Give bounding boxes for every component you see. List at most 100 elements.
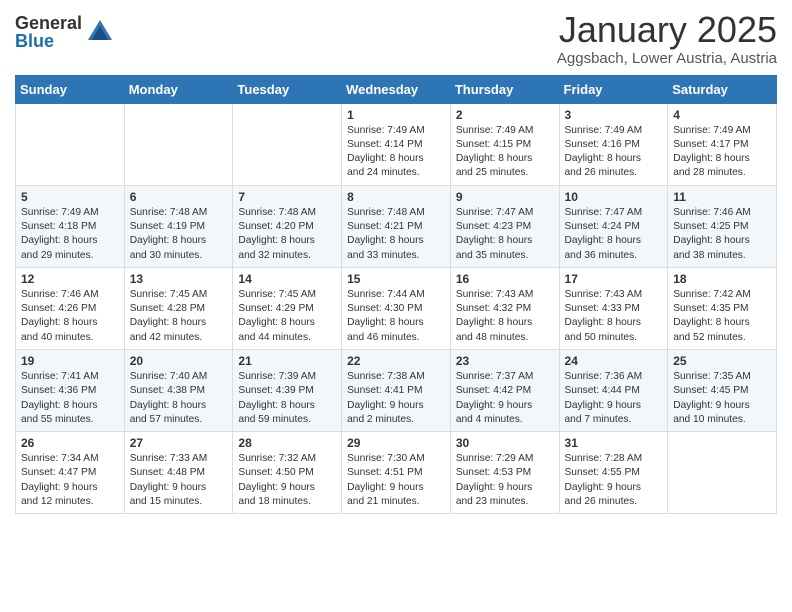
table-row [16,103,125,185]
logo: General Blue [15,14,114,50]
day-number: 1 [347,108,445,122]
table-row: 20 Sunrise: 7:40 AM Sunset: 4:38 PM Dayli… [124,349,233,431]
calendar-week-row: 26 Sunrise: 7:34 AM Sunset: 4:47 PM Dayli… [16,432,777,514]
month-title: January 2025 [557,10,777,50]
day-info: Sunrise: 7:47 AM Sunset: 4:24 PM Dayligh… [565,206,663,263]
table-row: 14 Sunrise: 7:45 AM Sunset: 4:29 PM Dayli… [233,267,342,349]
table-row: 10 Sunrise: 7:47 AM Sunset: 4:24 PM Dayli… [559,185,668,267]
day-info: Sunrise: 7:42 AM Sunset: 4:35 PM Dayligh… [673,288,771,345]
day-number: 15 [347,272,445,286]
day-number: 20 [130,354,228,368]
day-number: 18 [673,272,771,286]
day-number: 26 [21,436,119,450]
day-number: 9 [456,190,554,204]
day-number: 7 [238,190,336,204]
table-row: 12 Sunrise: 7:46 AM Sunset: 4:26 PM Dayli… [16,267,125,349]
calendar-week-row: 5 Sunrise: 7:49 AM Sunset: 4:18 PM Daylig… [16,185,777,267]
day-number: 17 [565,272,663,286]
day-info: Sunrise: 7:48 AM Sunset: 4:20 PM Dayligh… [238,206,336,263]
table-row: 11 Sunrise: 7:46 AM Sunset: 4:25 PM Dayli… [668,185,777,267]
header-saturday: Saturday [668,75,777,103]
weekday-header-row: Sunday Monday Tuesday Wednesday Thursday… [16,75,777,103]
table-row: 16 Sunrise: 7:43 AM Sunset: 4:32 PM Dayli… [450,267,559,349]
day-number: 30 [456,436,554,450]
day-number: 5 [21,190,119,204]
table-row: 19Sunrise: 7:41 AM Sunset: 4:36 PM Dayli… [16,349,125,431]
table-row: 25 Sunrise: 7:35 AM Sunset: 4:45 PM Dayli… [668,349,777,431]
logo-icon [86,18,114,46]
day-info: Sunrise: 7:49 AM Sunset: 4:15 PM Dayligh… [456,124,554,181]
day-info: Sunrise: 7:49 AM Sunset: 4:18 PM Dayligh… [21,206,119,263]
day-number: 16 [456,272,554,286]
table-row: 7 Sunrise: 7:48 AM Sunset: 4:20 PM Daylig… [233,185,342,267]
day-info: Sunrise: 7:46 AM Sunset: 4:26 PM Dayligh… [21,288,119,345]
day-info: Sunrise: 7:46 AM Sunset: 4:25 PM Dayligh… [673,206,771,263]
header-tuesday: Tuesday [233,75,342,103]
day-info: Sunrise: 7:43 AM Sunset: 4:33 PM Dayligh… [565,288,663,345]
day-info: Sunrise: 7:43 AM Sunset: 4:32 PM Dayligh… [456,288,554,345]
day-info: Sunrise: 7:45 AM Sunset: 4:28 PM Dayligh… [130,288,228,345]
day-info: Sunrise: 7:45 AM Sunset: 4:29 PM Dayligh… [238,288,336,345]
day-info: Sunrise: 7:39 AM Sunset: 4:39 PM Dayligh… [238,370,336,427]
table-row: 24Sunrise: 7:36 AM Sunset: 4:44 PM Dayli… [559,349,668,431]
day-number: 21 [238,354,336,368]
day-number: 29 [347,436,445,450]
calendar-week-row: 19Sunrise: 7:41 AM Sunset: 4:36 PM Dayli… [16,349,777,431]
day-info: Sunrise: 7:44 AM Sunset: 4:30 PM Dayligh… [347,288,445,345]
day-number: 2 [456,108,554,122]
day-info: Sunrise: 7:34 AM Sunset: 4:47 PM Dayligh… [21,452,119,509]
header-friday: Friday [559,75,668,103]
header-thursday: Thursday [450,75,559,103]
table-row [668,432,777,514]
table-row: 2 Sunrise: 7:49 AM Sunset: 4:15 PM Daylig… [450,103,559,185]
table-row: 3Sunrise: 7:49 AM Sunset: 4:16 PM Daylig… [559,103,668,185]
day-info: Sunrise: 7:38 AM Sunset: 4:41 PM Dayligh… [347,370,445,427]
day-info: Sunrise: 7:36 AM Sunset: 4:44 PM Dayligh… [565,370,663,427]
table-row: 9 Sunrise: 7:47 AM Sunset: 4:23 PM Daylig… [450,185,559,267]
day-number: 14 [238,272,336,286]
day-info: Sunrise: 7:29 AM Sunset: 4:53 PM Dayligh… [456,452,554,509]
logo-blue: Blue [15,32,82,50]
table-row: 31Sunrise: 7:28 AM Sunset: 4:55 PM Dayli… [559,432,668,514]
header: General Blue January 2025 Aggsbach, Lowe… [15,10,777,67]
day-number: 8 [347,190,445,204]
table-row: 26 Sunrise: 7:34 AM Sunset: 4:47 PM Dayli… [16,432,125,514]
day-info: Sunrise: 7:49 AM Sunset: 4:16 PM Dayligh… [565,124,663,181]
logo-general: General [15,14,82,32]
title-block: January 2025 Aggsbach, Lower Austria, Au… [557,10,777,67]
header-wednesday: Wednesday [342,75,451,103]
table-row: 15 Sunrise: 7:44 AM Sunset: 4:30 PM Dayli… [342,267,451,349]
day-info: Sunrise: 7:35 AM Sunset: 4:45 PM Dayligh… [673,370,771,427]
day-number: 10 [565,190,663,204]
day-info: Sunrise: 7:47 AM Sunset: 4:23 PM Dayligh… [456,206,554,263]
day-number: 6 [130,190,228,204]
location-title: Aggsbach, Lower Austria, Austria [557,50,777,67]
day-info: Sunrise: 7:48 AM Sunset: 4:19 PM Dayligh… [130,206,228,263]
day-info: Sunrise: 7:41 AM Sunset: 4:36 PM Dayligh… [21,370,119,427]
table-row: 6 Sunrise: 7:48 AM Sunset: 4:19 PM Daylig… [124,185,233,267]
table-row: 8Sunrise: 7:48 AM Sunset: 4:21 PM Daylig… [342,185,451,267]
day-info: Sunrise: 7:32 AM Sunset: 4:50 PM Dayligh… [238,452,336,509]
header-monday: Monday [124,75,233,103]
day-info: Sunrise: 7:40 AM Sunset: 4:38 PM Dayligh… [130,370,228,427]
table-row: 29 Sunrise: 7:30 AM Sunset: 4:51 PM Dayli… [342,432,451,514]
table-row: 18 Sunrise: 7:42 AM Sunset: 4:35 PM Dayli… [668,267,777,349]
day-number: 25 [673,354,771,368]
day-number: 27 [130,436,228,450]
day-info: Sunrise: 7:37 AM Sunset: 4:42 PM Dayligh… [456,370,554,427]
page-container: General Blue January 2025 Aggsbach, Lowe… [0,0,792,529]
day-number: 22 [347,354,445,368]
day-number: 11 [673,190,771,204]
day-number: 12 [21,272,119,286]
table-row: 27Sunrise: 7:33 AM Sunset: 4:48 PM Dayli… [124,432,233,514]
day-info: Sunrise: 7:49 AM Sunset: 4:17 PM Dayligh… [673,124,771,181]
day-info: Sunrise: 7:49 AM Sunset: 4:14 PM Dayligh… [347,124,445,181]
calendar-week-row: 12 Sunrise: 7:46 AM Sunset: 4:26 PM Dayli… [16,267,777,349]
table-row: 21 Sunrise: 7:39 AM Sunset: 4:39 PM Dayli… [233,349,342,431]
logo-text: General Blue [15,14,82,50]
header-sunday: Sunday [16,75,125,103]
day-info: Sunrise: 7:30 AM Sunset: 4:51 PM Dayligh… [347,452,445,509]
table-row: 4Sunrise: 7:49 AM Sunset: 4:17 PM Daylig… [668,103,777,185]
table-row: 5 Sunrise: 7:49 AM Sunset: 4:18 PM Daylig… [16,185,125,267]
calendar-week-row: 1 Sunrise: 7:49 AM Sunset: 4:14 PM Daylig… [16,103,777,185]
